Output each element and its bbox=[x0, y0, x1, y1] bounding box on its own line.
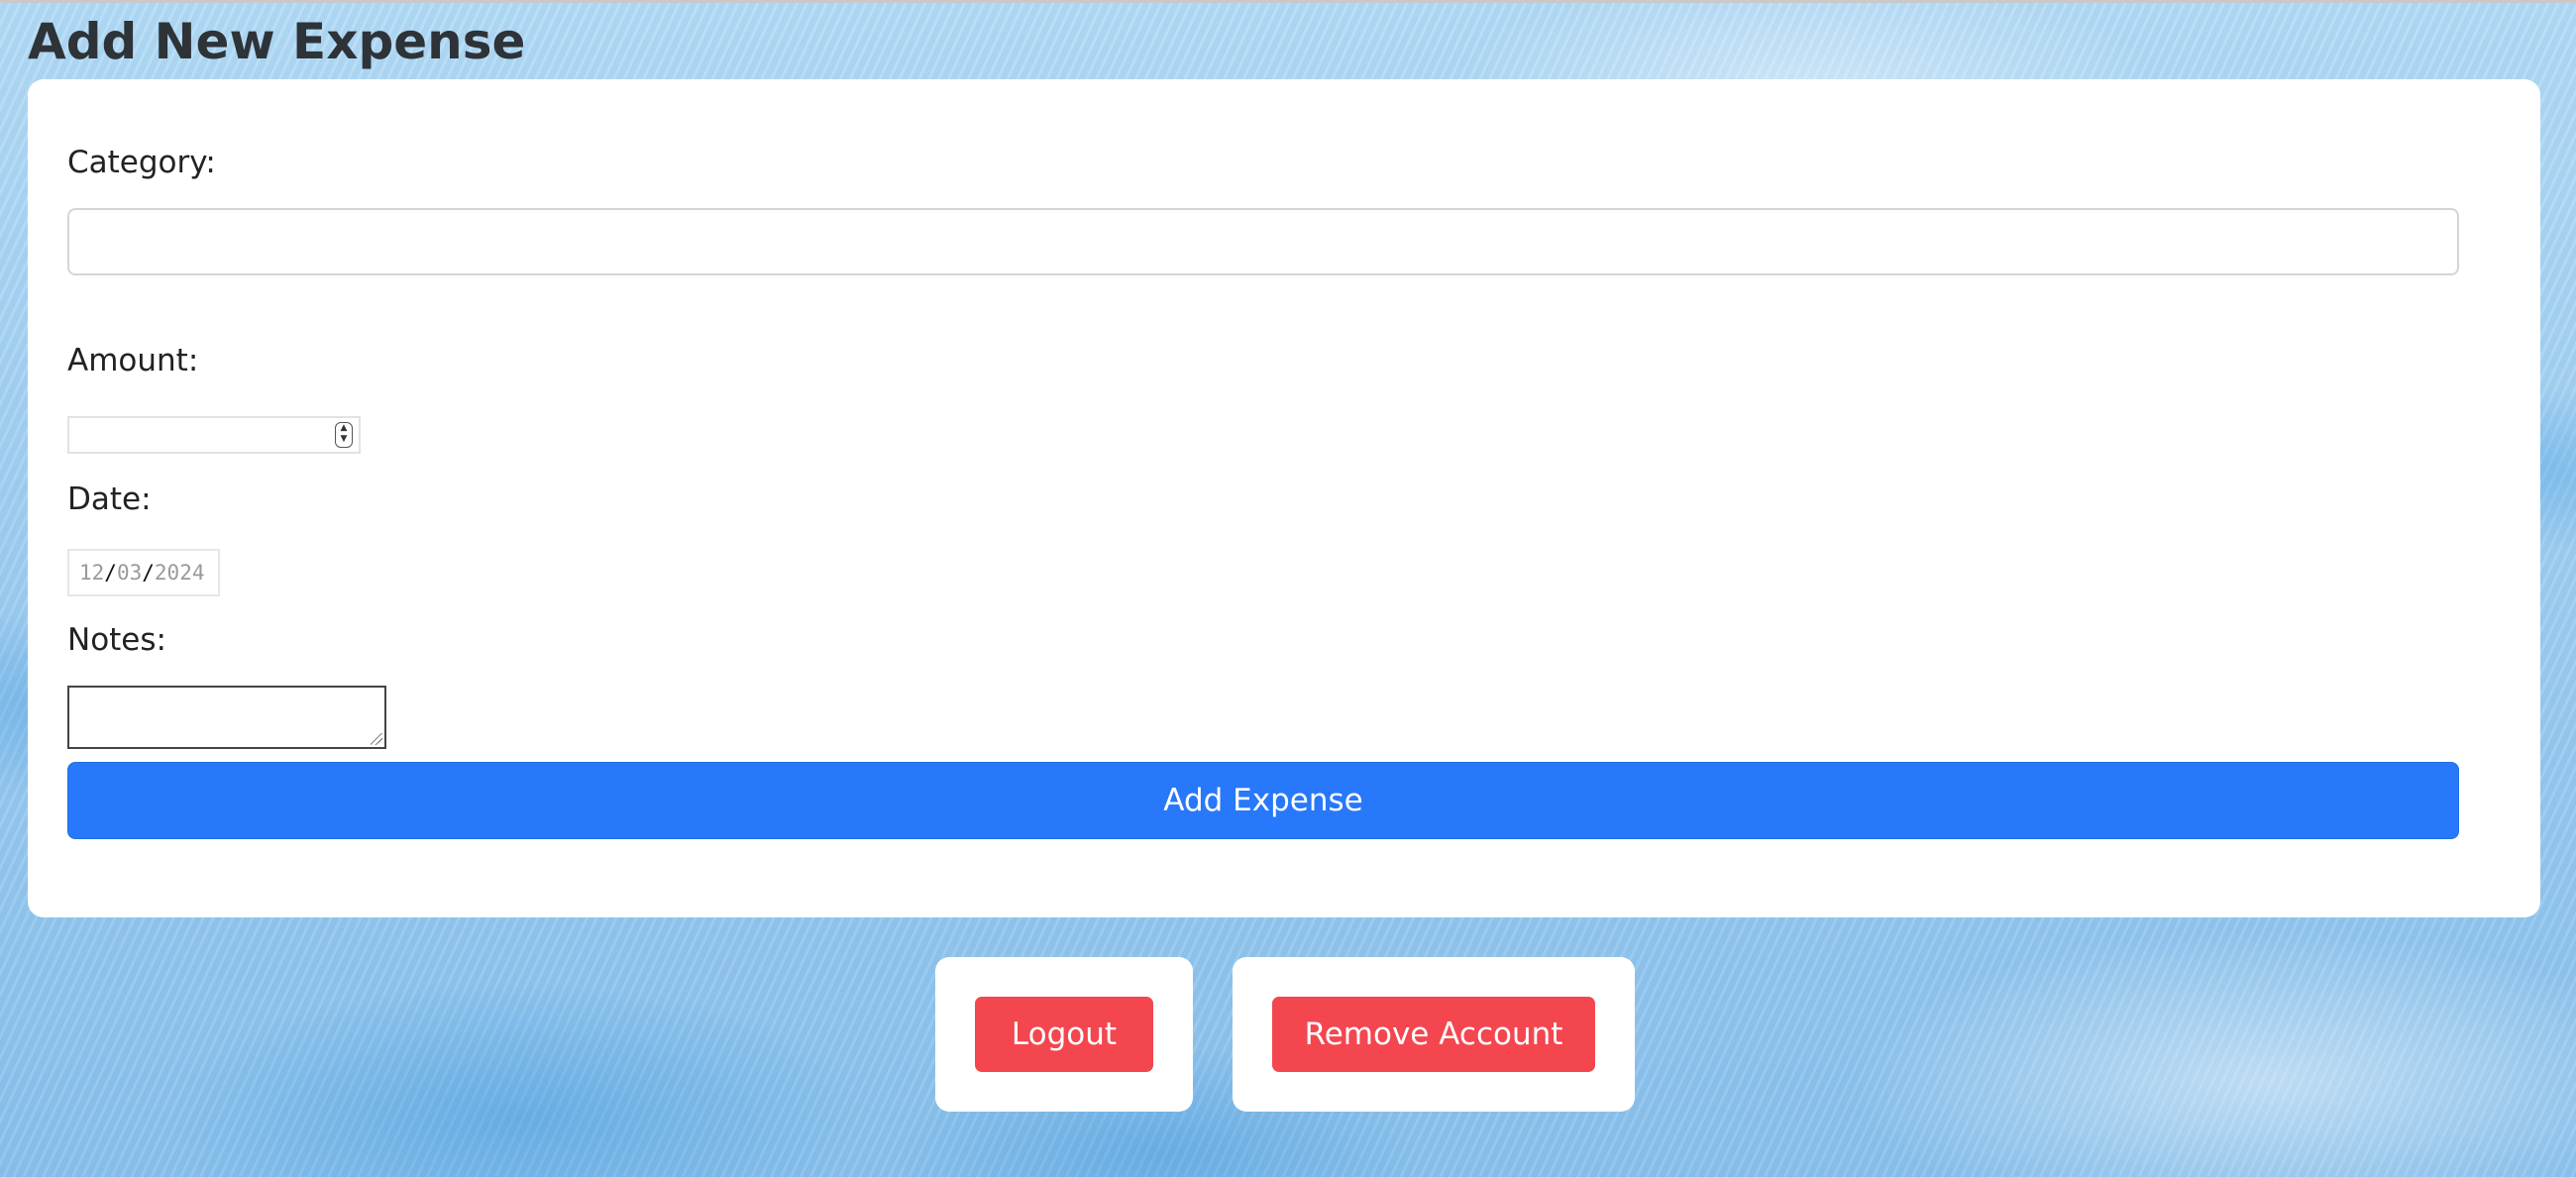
chevron-up-icon[interactable]: ▲ bbox=[336, 423, 352, 434]
chevron-down-icon[interactable]: ▼ bbox=[336, 434, 352, 445]
notes-label: Notes: bbox=[67, 622, 166, 658]
logout-panel: Logout bbox=[935, 957, 1193, 1112]
date-day[interactable]: 03 bbox=[117, 561, 142, 585]
amount-input[interactable]: ▲ ▼ bbox=[67, 416, 361, 454]
expense-form-card: Category: Amount: ▲ ▼ Date: 12/03/2024 N… bbox=[28, 79, 2540, 917]
logout-button[interactable]: Logout bbox=[975, 997, 1153, 1072]
category-label: Category: bbox=[67, 145, 216, 180]
date-label: Date: bbox=[67, 482, 152, 517]
date-separator: / bbox=[104, 561, 117, 585]
amount-label: Amount: bbox=[67, 343, 199, 378]
remove-account-button[interactable]: Remove Account bbox=[1272, 997, 1595, 1072]
remove-account-panel: Remove Account bbox=[1233, 957, 1635, 1112]
notes-textarea[interactable] bbox=[67, 686, 386, 749]
date-input[interactable]: 12/03/2024 bbox=[67, 549, 220, 596]
amount-stepper[interactable]: ▲ ▼ bbox=[335, 422, 353, 448]
page-title: Add New Expense bbox=[28, 13, 526, 70]
category-input[interactable] bbox=[67, 208, 2459, 275]
date-month[interactable]: 12 bbox=[79, 561, 104, 585]
resize-grip-icon[interactable] bbox=[371, 733, 382, 745]
add-expense-button[interactable]: Add Expense bbox=[67, 762, 2459, 839]
date-separator: / bbox=[142, 561, 155, 585]
date-year[interactable]: 2024 bbox=[155, 561, 205, 585]
top-divider bbox=[0, 0, 2576, 3]
